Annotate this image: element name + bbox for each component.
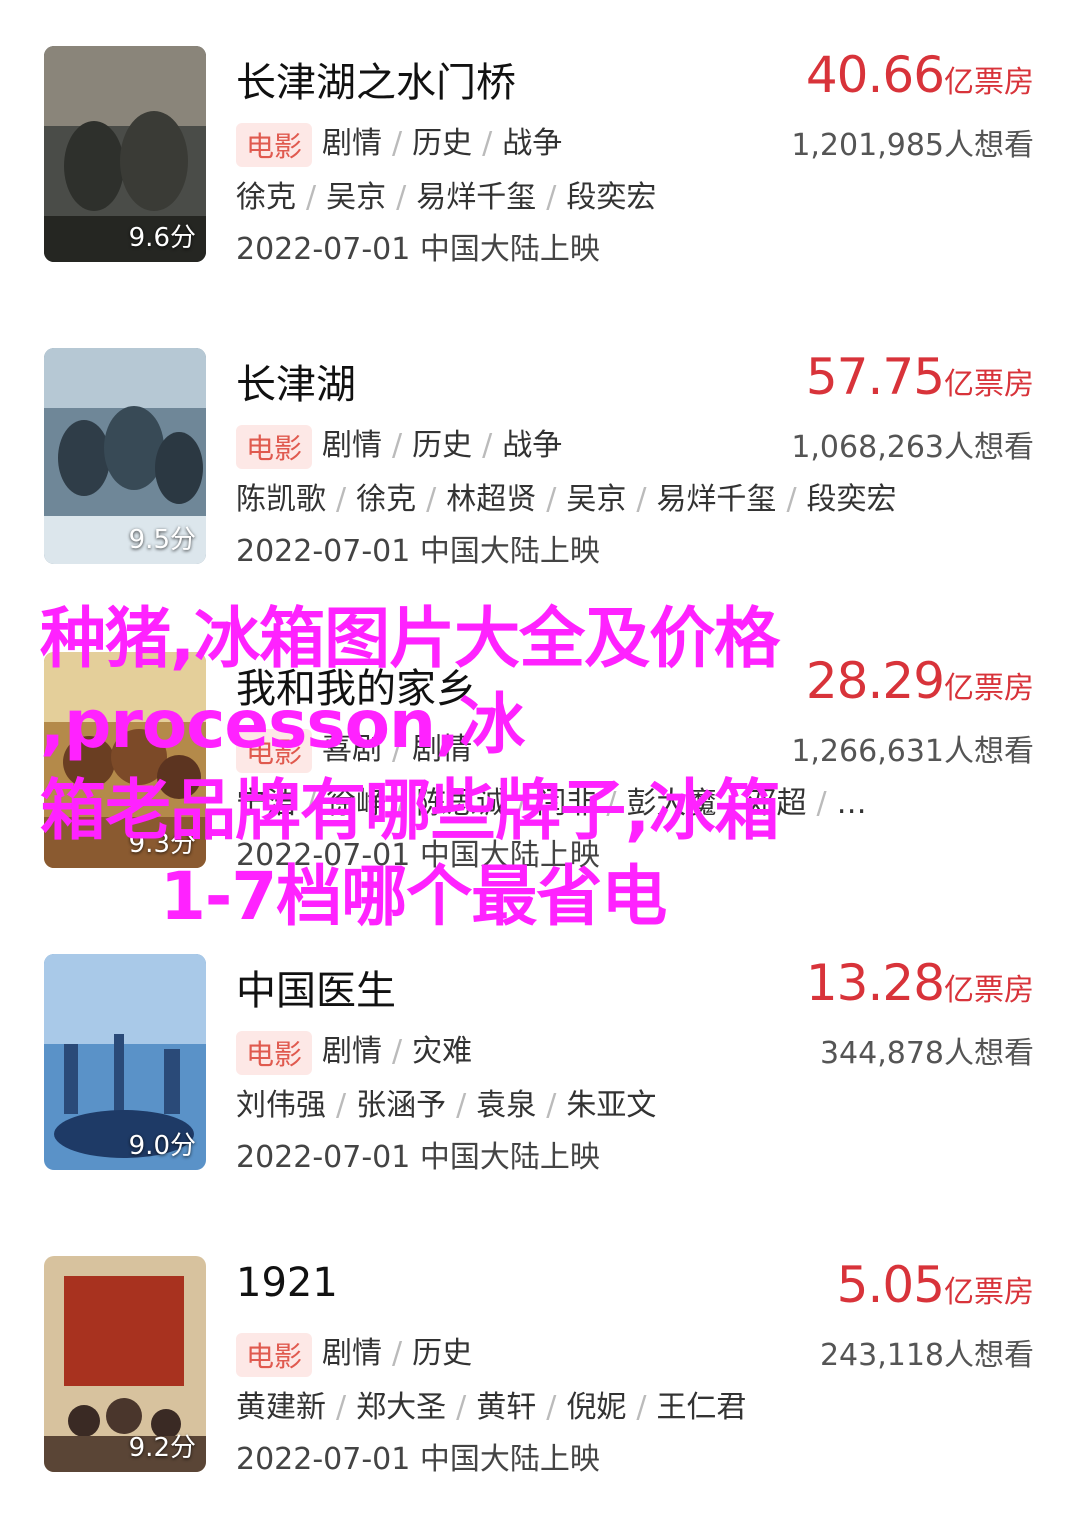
cast-member: 段奕宏	[806, 482, 897, 517]
genre: 历史	[412, 428, 473, 463]
movie-title[interactable]: 长津湖	[236, 352, 356, 410]
box-office-unit: 亿票房	[944, 367, 1034, 402]
release-info: 2022-07-01 中国大陆上映	[236, 232, 600, 267]
overlay-caption: 种猪,冰箱图片大全及价格 ,processon,冰 箱老品牌有哪些牌子,冰箱 1…	[40, 596, 1040, 940]
box-office: 40.66亿票房	[806, 46, 1034, 104]
overlay-line: 箱老品牌有哪些牌子,冰箱	[40, 772, 780, 849]
want-count: 1,201,985人想看	[791, 128, 1034, 163]
box-office: 13.28亿票房	[806, 954, 1034, 1012]
release-info: 2022-07-01 中国大陆上映	[236, 1140, 600, 1175]
box-office-unit: 亿票房	[944, 65, 1034, 100]
cast-member: 吴京	[326, 180, 387, 215]
poster-score: 9.0分	[128, 1131, 196, 1161]
genre: 历史	[412, 1336, 473, 1371]
cast-member: 易烊千玺	[656, 482, 777, 517]
movie-item[interactable]: 9.2分 1921 5.05亿票房 243,118人想看 电影 剧情 / 历史 黄建新…	[0, 1256, 1080, 1486]
want-count: 243,118人想看	[819, 1338, 1034, 1373]
movie-poster[interactable]: 9.5分	[44, 348, 206, 564]
type-tag: 电影	[236, 1030, 313, 1075]
poster-score: 9.6分	[128, 223, 196, 253]
want-count: 1,068,263人想看	[791, 430, 1034, 465]
cast-member: 刘伟强	[236, 1088, 326, 1123]
type-tag: 电影	[236, 122, 313, 167]
cast-member: 陈凯歌	[236, 482, 326, 517]
genre: 剧情	[322, 428, 383, 463]
overlay-line: 种猪,冰箱图片大全及价格	[40, 600, 780, 677]
genre: 历史	[412, 126, 473, 161]
box-office-value: 40.66	[805, 46, 945, 104]
poster-score: 9.5分	[128, 525, 196, 555]
genre-row: 电影 剧情 / 历史 / 战争	[236, 420, 562, 469]
cast-row: 黄建新 / 郑大圣 / 黄轩 / 倪妮 / 王仁君	[236, 1390, 747, 1425]
cast-member: 倪妮	[566, 1390, 627, 1425]
poster-score: 9.2分	[128, 1433, 196, 1463]
movie-poster[interactable]: 9.2分	[44, 1256, 206, 1472]
genre: 剧情	[322, 1336, 383, 1371]
cast-member: 吴京	[566, 482, 627, 517]
movie-item[interactable]: 9.0分 中国医生 13.28亿票房 344,878人想看 电影 剧情 / 灾难 刘伟…	[0, 954, 1080, 1184]
type-tag: 电影	[236, 1332, 313, 1377]
genre: 灾难	[412, 1034, 473, 1069]
box-office: 57.75亿票房	[806, 348, 1034, 406]
cast-member: 徐克	[236, 180, 296, 215]
overlay-line: ,processon,冰	[40, 686, 525, 763]
movie-item[interactable]: 9.5分 长津湖 57.75亿票房 1,068,263人想看 电影 剧情 / 历史 / 战…	[0, 348, 1080, 578]
movie-title[interactable]: 1921	[236, 1260, 338, 1306]
cast-row: 徐克 / 吴京 / 易烊千玺 / 段奕宏	[236, 180, 657, 215]
cast-member: 易烊千玺	[416, 180, 537, 215]
movie-title[interactable]: 中国医生	[236, 958, 396, 1016]
cast-member: 郑大圣	[356, 1390, 447, 1425]
cast-member: 朱亚文	[566, 1088, 657, 1123]
box-office-value: 13.28	[805, 954, 945, 1012]
genre-row: 电影 剧情 / 历史 / 战争	[236, 118, 562, 167]
box-office-unit: 亿票房	[944, 973, 1034, 1008]
genre: 剧情	[322, 1034, 383, 1069]
want-count: 344,878人想看	[819, 1036, 1034, 1071]
genre: 剧情	[322, 126, 383, 161]
cast-member: 黄轩	[476, 1390, 537, 1425]
release-info: 2022-07-01 中国大陆上映	[236, 1442, 600, 1477]
box-office: 5.05亿票房	[837, 1256, 1034, 1314]
cast-member: 王仁君	[656, 1390, 747, 1425]
genre-row: 电影 剧情 / 灾难	[236, 1026, 472, 1075]
movie-title[interactable]: 长津湖之水门桥	[236, 50, 516, 108]
genre-row: 电影 剧情 / 历史	[236, 1328, 472, 1377]
cast-member: 段奕宏	[566, 180, 657, 215]
genre: 战争	[502, 126, 563, 161]
movie-poster[interactable]: 9.0分	[44, 954, 206, 1170]
overlay-line: 1-7档哪个最省电	[160, 858, 667, 935]
box-office-value: 5.05	[836, 1256, 945, 1314]
cast-row: 陈凯歌 / 徐克 / 林超贤 / 吴京 / 易烊千玺 / 段奕宏	[236, 482, 897, 517]
cast-member: 袁泉	[476, 1088, 537, 1123]
cast-member: 黄建新	[236, 1390, 326, 1425]
box-office-unit: 亿票房	[944, 1275, 1034, 1310]
cast-row: 刘伟强 / 张涵予 / 袁泉 / 朱亚文	[236, 1088, 657, 1123]
movie-poster[interactable]: 9.6分	[44, 46, 206, 262]
movie-item[interactable]: 9.6分 长津湖之水门桥 40.66亿票房 1,201,985人想看 电影 剧情 /…	[0, 46, 1080, 276]
type-tag: 电影	[236, 424, 313, 469]
cast-member: 林超贤	[446, 482, 537, 517]
cast-member: 徐克	[356, 482, 417, 517]
release-info: 2022-07-01 中国大陆上映	[236, 534, 600, 569]
cast-member: 张涵予	[356, 1088, 447, 1123]
genre: 战争	[502, 428, 563, 463]
box-office-value: 57.75	[805, 348, 945, 406]
